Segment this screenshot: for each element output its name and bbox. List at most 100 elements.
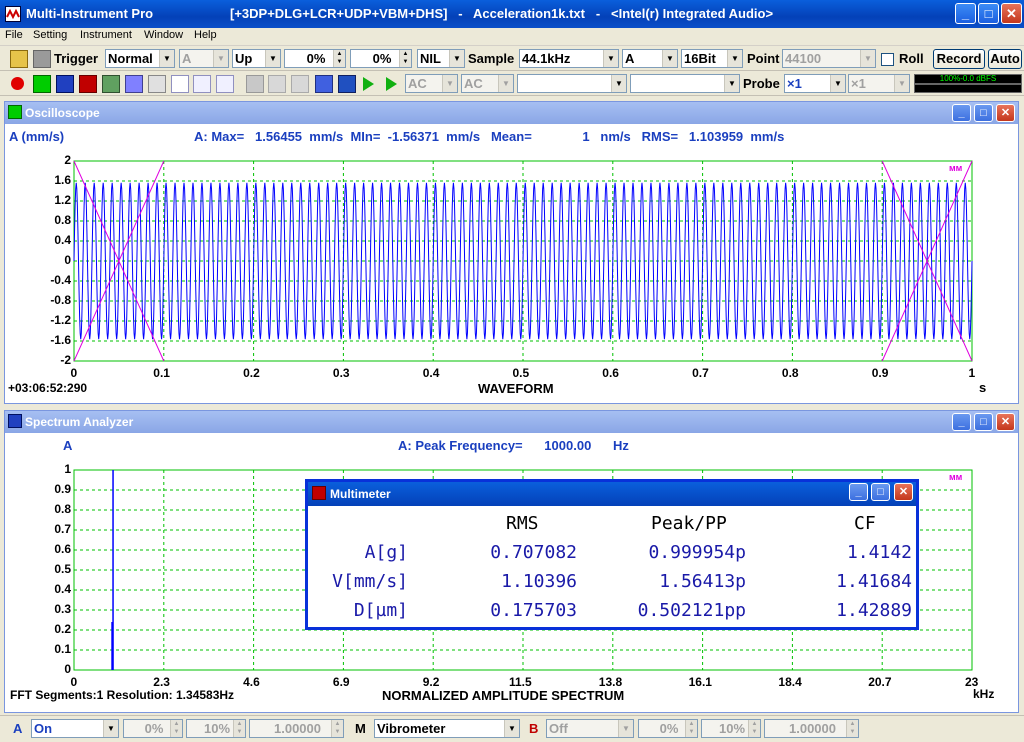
trigger-mode-select[interactable]: Normal ▼ bbox=[105, 49, 175, 68]
roll-checkbox[interactable] bbox=[881, 53, 894, 66]
chevron-down-icon: ▼ bbox=[265, 50, 280, 67]
mm-close-button[interactable]: ✕ bbox=[894, 483, 913, 501]
osc-minimize-button[interactable]: _ bbox=[952, 104, 971, 122]
menu-help[interactable]: Help bbox=[194, 29, 217, 41]
play-icon[interactable] bbox=[363, 77, 374, 91]
toolbar-trigger: Trigger Normal ▼ A ▼ Up ▼ 0% ▲ ▼ 0% ▲ ▼ NIL ▼ Sa… bbox=[0, 47, 1024, 71]
cursor-b-icon[interactable] bbox=[291, 75, 309, 93]
mm-peak-value: 0.999954p bbox=[648, 542, 746, 563]
spec-close-button[interactable]: ✕ bbox=[996, 413, 1015, 431]
probe-tool-icon[interactable] bbox=[246, 75, 264, 93]
osc-channel-label: A (mm/s) bbox=[9, 129, 65, 144]
trigger-edge-select[interactable]: Up ▼ bbox=[232, 49, 281, 68]
record-button[interactable]: Record bbox=[933, 49, 985, 69]
open-folder-icon[interactable] bbox=[10, 50, 28, 68]
mm-rms-value: 0.707082 bbox=[490, 542, 577, 563]
dsp-icon[interactable] bbox=[193, 75, 211, 93]
speaker-icon[interactable] bbox=[338, 75, 356, 93]
mm-peak-value: 1.56413p bbox=[659, 571, 746, 592]
probe-a-select[interactable]: ×1 ▼ bbox=[784, 74, 846, 93]
sample-rate-select[interactable]: 44.1kHz ▼ bbox=[519, 49, 619, 68]
trigger-channel-select[interactable]: A ▼ bbox=[179, 49, 229, 68]
coupling-b-select[interactable]: AC ▼ bbox=[461, 74, 514, 93]
x-tick-label: 0.1 bbox=[153, 366, 170, 380]
menu-window[interactable]: Window bbox=[144, 29, 183, 41]
spinner-icon[interactable]: ▲ ▼ bbox=[170, 720, 182, 737]
sample-channel-select[interactable]: A ▼ bbox=[622, 49, 678, 68]
trigger-hysteresis-input[interactable]: 0% ▲ ▼ bbox=[350, 49, 412, 68]
spinner-icon[interactable]: ▲ ▼ bbox=[846, 720, 858, 737]
auto-button[interactable]: Auto bbox=[988, 49, 1022, 69]
probe-b-select[interactable]: ×1 ▼ bbox=[848, 74, 910, 93]
roll-label: Roll bbox=[899, 51, 924, 66]
channel-a-offset-input[interactable]: 0% ▲ ▼ bbox=[123, 719, 183, 738]
mm-cf-value: 1.41684 bbox=[836, 571, 912, 592]
channel-a-scale-input[interactable]: 10% ▲ ▼ bbox=[186, 719, 246, 738]
spec-minimize-button[interactable]: _ bbox=[952, 413, 971, 431]
x-tick-label: 0.8 bbox=[781, 366, 799, 380]
coupling-a-select[interactable]: AC ▼ bbox=[405, 74, 458, 93]
spinner-icon[interactable]: ▲ ▼ bbox=[685, 720, 697, 737]
calibration-icon[interactable] bbox=[315, 75, 333, 93]
mm-maximize-button[interactable]: □ bbox=[871, 483, 890, 501]
chevron-down-icon: ▼ bbox=[449, 50, 464, 67]
cursor-a-icon[interactable] bbox=[268, 75, 286, 93]
mm-minimize-button[interactable]: _ bbox=[849, 483, 868, 501]
channel-b-gain-input[interactable]: 1.00000 ▲ ▼ bbox=[764, 719, 859, 738]
channel-b-state-select[interactable]: Off ▼ bbox=[546, 719, 634, 738]
record-dot-icon[interactable] bbox=[11, 77, 24, 90]
oscilloscope-icon[interactable] bbox=[33, 75, 51, 93]
spectrogram-icon[interactable] bbox=[125, 75, 143, 93]
trigger-nil-select[interactable]: NIL ▼ bbox=[417, 49, 465, 68]
multimeter-icon[interactable] bbox=[79, 75, 97, 93]
y-tick-label: -0.8 bbox=[50, 293, 71, 307]
channel-a-state-select[interactable]: On ▼ bbox=[31, 719, 119, 738]
spec-maximize-button[interactable]: □ bbox=[974, 413, 993, 431]
spectrum-analyzer-icon[interactable] bbox=[56, 75, 74, 93]
chevron-down-icon: ▼ bbox=[894, 75, 909, 92]
maximize-button[interactable]: □ bbox=[978, 3, 999, 24]
x-tick-label: 13.8 bbox=[598, 675, 623, 689]
waveform-plot[interactable] bbox=[71, 159, 975, 363]
play-once-icon[interactable] bbox=[386, 77, 397, 91]
phase-plot-icon[interactable] bbox=[102, 75, 120, 93]
mode-select[interactable]: Vibrometer ▼ bbox=[374, 719, 520, 738]
oscilloscope-icon bbox=[8, 105, 22, 119]
osc-maximize-button[interactable]: □ bbox=[974, 104, 993, 122]
channel-b-scale-input[interactable]: 10% ▲ ▼ bbox=[701, 719, 761, 738]
spec-xlabel: NORMALIZED AMPLITUDE SPECTRUM bbox=[382, 688, 625, 703]
fft-info: FFT Segments:1 Resolution: 1.34583Hz bbox=[10, 688, 235, 702]
y-tick-label: 1.2 bbox=[54, 193, 71, 207]
chevron-down-icon: ▼ bbox=[213, 50, 228, 67]
save-icon[interactable] bbox=[33, 50, 51, 68]
spinner-icon[interactable]: ▲ ▼ bbox=[331, 720, 343, 737]
menu-instrument[interactable]: Instrument bbox=[80, 29, 132, 41]
minimize-button[interactable]: _ bbox=[955, 3, 976, 24]
osc-stats: A: Max= 1.56455 mm/s MIn= -1.56371 mm/s … bbox=[194, 129, 785, 144]
ddp-icon[interactable] bbox=[216, 75, 234, 93]
input-source-select[interactable]: ▼ bbox=[517, 74, 627, 93]
spinner-icon[interactable]: ▲ ▼ bbox=[748, 720, 760, 737]
y-tick-label: 0.3 bbox=[54, 602, 71, 616]
multimeter-window[interactable]: Multimeter _ □ ✕ RMS Peak/PP CF A[g] 0.7… bbox=[305, 479, 919, 630]
output-source-select[interactable]: ▼ bbox=[630, 74, 740, 93]
spinner-icon[interactable]: ▲ ▼ bbox=[233, 720, 245, 737]
x-tick-label: 9.2 bbox=[422, 675, 440, 689]
trigger-level-input[interactable]: 0% ▲ ▼ bbox=[284, 49, 346, 68]
channel-a-gain-input[interactable]: 1.00000 ▲ ▼ bbox=[249, 719, 344, 738]
channel-b-offset-input[interactable]: 0% ▲ ▼ bbox=[638, 719, 698, 738]
spinner-icon[interactable]: ▲ ▼ bbox=[333, 50, 345, 67]
level-meter-b bbox=[914, 84, 1022, 93]
points-select[interactable]: 44100 ▼ bbox=[782, 49, 876, 68]
function-generator-icon[interactable] bbox=[171, 75, 189, 93]
osc-close-button[interactable]: ✕ bbox=[996, 104, 1015, 122]
window-titlebar: Multi-Instrument Pro [+3DP+DLG+LCR+UDP+V… bbox=[0, 0, 1024, 28]
y-tick-label: 0.6 bbox=[54, 542, 71, 556]
signal-generator-icon[interactable] bbox=[148, 75, 166, 93]
menu-setting[interactable]: Setting bbox=[33, 29, 67, 41]
status-bar: A On ▼ 0% ▲ ▼ 10% ▲ ▼ 1.00000 ▲ ▼ M Vibrometer ▼… bbox=[0, 715, 1024, 742]
bit-depth-select[interactable]: 16Bit ▼ bbox=[681, 49, 743, 68]
menu-file[interactable]: File bbox=[5, 29, 23, 41]
spinner-icon[interactable]: ▲ ▼ bbox=[399, 50, 411, 67]
close-button[interactable]: ✕ bbox=[1001, 3, 1022, 24]
